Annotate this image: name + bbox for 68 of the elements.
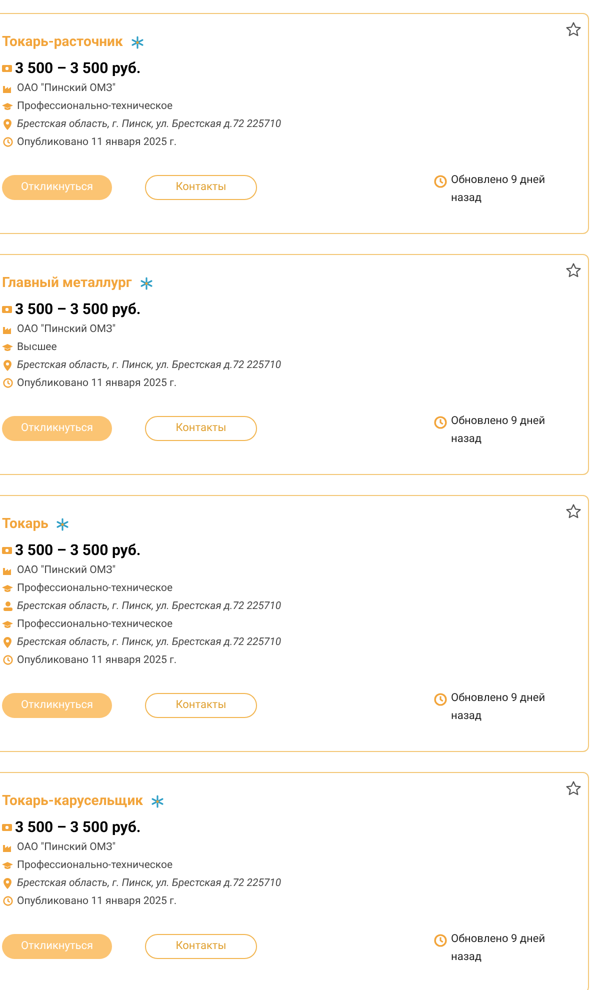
address: Брестская область, г. Пинск, ул. Брестская д.72 225710: [17, 116, 282, 132]
contacts-button[interactable]: Контакты: [145, 693, 257, 718]
apply-button[interactable]: Откликнуться: [2, 693, 112, 718]
star-icon[interactable]: [565, 262, 582, 279]
person-icon: [2, 601, 12, 611]
contacts-button[interactable]: Контакты: [145, 175, 257, 200]
clock-icon: [2, 655, 12, 665]
location-pin-icon: [3, 878, 12, 888]
salary: 3 500 – 3 500 руб.: [15, 540, 141, 562]
factory-icon: [2, 566, 12, 574]
address: Брестская область, г. Пинск, ул. Брестская д.72 225710: [17, 634, 282, 650]
published-date: Опубликовано 11 января 2025 г.: [17, 893, 177, 909]
clock-icon: [434, 175, 447, 188]
education-level: Профессионально-техническое: [17, 857, 173, 873]
education-level: Высшее: [17, 339, 57, 355]
job-title[interactable]: Токарь-карусельщик: [2, 790, 144, 812]
sparkle-icon: [130, 36, 144, 48]
company-name: ОАО "Пинский ОМЗ": [17, 562, 116, 578]
graduation-cap-icon: [2, 584, 13, 592]
address: Брестская область, г. Пинск, ул. Брестская д.72 225710: [17, 875, 282, 891]
contacts-button[interactable]: Контакты: [145, 416, 257, 441]
salary: 3 500 – 3 500 руб.: [15, 817, 141, 838]
graduation-cap-icon: [2, 342, 13, 352]
company-name: ОАО "Пинский ОМЗ": [17, 839, 116, 855]
clock-icon: [2, 378, 12, 388]
apply-button[interactable]: Откликнуться: [2, 934, 112, 959]
sparkle-icon: [56, 518, 70, 530]
apply-button[interactable]: Откликнуться: [2, 416, 112, 441]
job-title[interactable]: Токарь: [2, 514, 48, 534]
clock-icon: [2, 137, 12, 147]
factory-icon: [2, 842, 12, 852]
updated-time: Обновлено 9 дней назад: [451, 931, 546, 965]
contacts-button[interactable]: Контакты: [145, 934, 257, 959]
graduation-cap-icon: [2, 860, 13, 870]
published-date: Опубликовано 11 января 2025 г.: [17, 652, 177, 668]
clock-icon: [434, 934, 447, 947]
star-icon[interactable]: [565, 780, 582, 797]
updated-time: Обновлено 9 дней назад: [451, 690, 546, 724]
job-title[interactable]: Токарь-расточник: [2, 32, 123, 52]
factory-icon: [2, 84, 12, 92]
address: Брестская область, г. Пинск, ул. Брестская д.72 225710: [17, 357, 282, 373]
job-title[interactable]: Главный металлург: [2, 272, 132, 294]
sparkle-icon: [151, 794, 164, 808]
salary: 3 500 – 3 500 руб.: [15, 299, 141, 320]
education-level: Профессионально-техническое: [17, 98, 173, 114]
education-level: Профессионально-техническое: [17, 616, 173, 632]
published-date: Опубликовано 11 января 2025 г.: [17, 375, 177, 391]
clock-icon: [434, 416, 447, 429]
factory-icon: [2, 324, 12, 334]
company-name: ОАО "Пинский ОМЗ": [17, 321, 116, 337]
clock-icon: [2, 896, 12, 906]
company-name: ОАО "Пинский ОМЗ": [17, 80, 116, 96]
education-level: Профессионально-техническое: [17, 580, 173, 596]
location-pin-icon: [3, 636, 12, 648]
updated-time: Обновлено 9 дней назад: [451, 172, 546, 206]
address: Брестская область, г. Пинск, ул. Брестская д.72 225710: [17, 598, 282, 614]
location-pin-icon: [3, 118, 12, 130]
star-icon[interactable]: [565, 21, 582, 38]
clock-icon: [434, 693, 447, 706]
location-pin-icon: [3, 360, 12, 370]
graduation-cap-icon: [2, 102, 13, 110]
apply-button[interactable]: Откликнуться: [2, 175, 112, 200]
sparkle-icon: [140, 276, 153, 290]
updated-time: Обновлено 9 дней назад: [451, 413, 546, 447]
star-icon[interactable]: [565, 503, 582, 520]
salary: 3 500 – 3 500 руб.: [15, 58, 141, 80]
published-date: Опубликовано 11 января 2025 г.: [17, 134, 177, 150]
graduation-cap-icon: [2, 620, 13, 628]
